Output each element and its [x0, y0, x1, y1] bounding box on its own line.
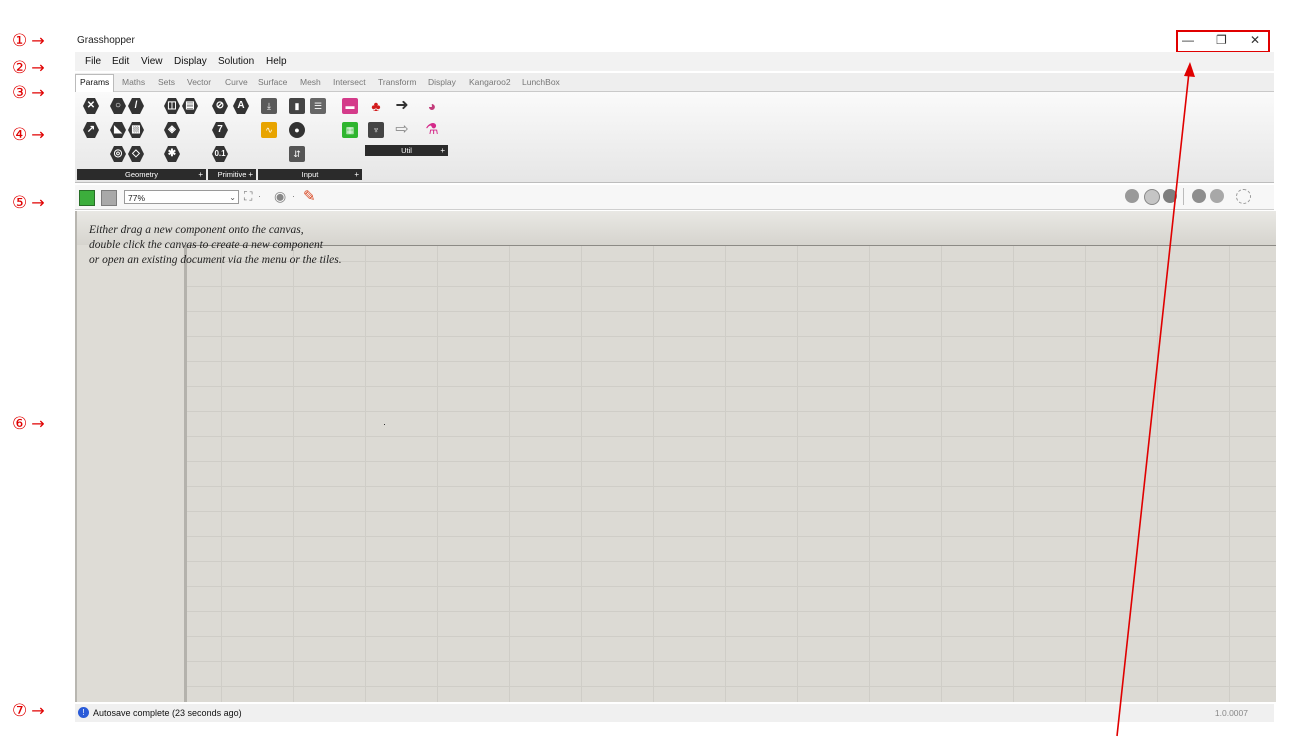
annotation-arrow — [1116, 62, 1195, 737]
annotation-arrow-line — [1116, 71, 1190, 737]
annotation-arrow-head — [1184, 62, 1195, 77]
